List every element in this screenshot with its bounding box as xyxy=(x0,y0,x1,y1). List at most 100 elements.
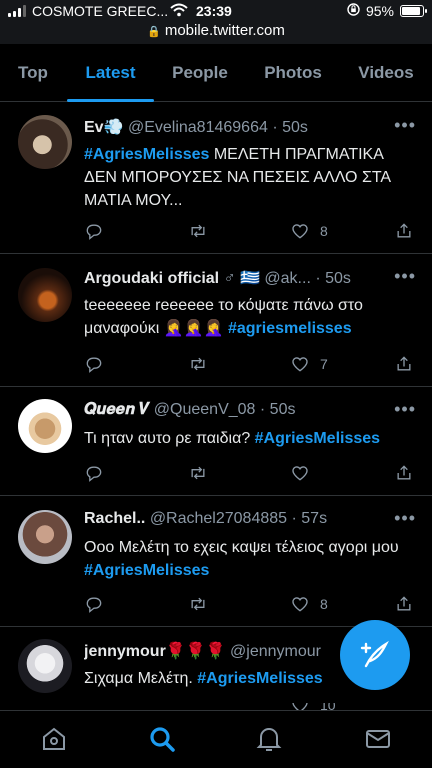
tab-people[interactable]: People xyxy=(164,44,236,102)
hashtag-link[interactable]: #AgriesMelisses xyxy=(84,146,209,163)
carrier-info: COSMOTE GREEC... xyxy=(8,3,168,19)
author-name[interactable]: Argoudaki official xyxy=(84,270,219,287)
tweet-actions: 8 xyxy=(84,594,416,618)
hashtag-link[interactable]: #AgriesMelisses xyxy=(255,430,380,447)
more-icon[interactable]: ••• xyxy=(394,508,416,529)
like-count: 8 xyxy=(320,596,328,612)
status-bar: COSMOTE GREEC... 23:39 95% xyxy=(0,0,432,22)
hashtag-link[interactable]: #agriesmelisses xyxy=(228,320,352,337)
search-icon xyxy=(150,727,175,752)
compose-tweet-button[interactable] xyxy=(340,620,410,690)
separator: · xyxy=(315,270,321,287)
heart-icon xyxy=(292,224,308,239)
retweet-icon xyxy=(191,466,205,480)
author-handle[interactable]: @jennymour xyxy=(230,643,321,660)
author-name[interactable]: Rachel.. xyxy=(84,510,145,527)
author-handle[interactable]: @QueenV_08 xyxy=(154,401,256,418)
share-icon xyxy=(397,465,411,480)
author-handle[interactable]: @ak... xyxy=(264,270,310,287)
retweet-icon xyxy=(191,597,205,611)
tweet-text: Οοο Μελέτη το εχεις καψει τέλειος αγορι … xyxy=(84,536,402,582)
more-icon[interactable]: ••• xyxy=(394,266,416,287)
orientation-lock-icon xyxy=(347,3,360,19)
separator: · xyxy=(272,119,278,136)
tweet-text: #AgriesMelisses ΜΕΛΕΤΗ ΠΡΑΓΜΑΤΙΚΑ ΔΕΝ ΜΠ… xyxy=(84,143,402,212)
reply-icon xyxy=(86,466,102,482)
like-button[interactable]: 7 xyxy=(290,354,328,374)
tab-latest[interactable]: Latest xyxy=(67,44,154,102)
tweet-time[interactable]: 50s xyxy=(270,401,296,418)
retweet-button[interactable] xyxy=(188,463,208,483)
more-icon[interactable]: ••• xyxy=(394,399,416,420)
url-text: mobile.twitter.com xyxy=(164,22,285,39)
tweet-time[interactable]: 50s xyxy=(325,270,351,287)
tweet-actions: 8 xyxy=(84,221,416,245)
share-button[interactable] xyxy=(394,354,414,374)
tweet[interactable]: Rachel.. @Rachel27084885 · 57s ••• Οοο Μ… xyxy=(0,496,432,627)
avatar[interactable] xyxy=(18,510,72,564)
tweet-actions: 7 xyxy=(84,354,416,378)
nav-notifications[interactable] xyxy=(255,725,283,753)
share-button[interactable] xyxy=(394,221,414,241)
tweet-time[interactable]: 57s xyxy=(301,510,327,527)
battery-info: 95% xyxy=(347,3,427,19)
retweet-icon xyxy=(191,224,205,238)
share-button[interactable] xyxy=(394,463,414,483)
share-icon xyxy=(397,356,411,371)
author-handle[interactable]: @Rachel27084885 xyxy=(150,510,287,527)
like-count: 8 xyxy=(320,223,328,239)
author-name[interactable]: jennymour🌹🌹🌹 xyxy=(84,643,226,660)
share-button[interactable] xyxy=(394,594,414,614)
tab-videos[interactable]: Videos xyxy=(352,44,420,102)
wifi-icon xyxy=(170,3,188,20)
search-tabs: Top Latest People Photos Videos xyxy=(0,44,432,102)
author-name[interactable]: 𝑸𝒖𝒆𝒆𝒏 𝑽 xyxy=(84,401,149,418)
nav-home[interactable] xyxy=(40,725,68,753)
like-button[interactable]: 8 xyxy=(290,594,328,614)
tweet[interactable]: 𝑸𝒖𝒆𝒆𝒏 𝑽 @QueenV_08 · 50s ••• Τι ηταν αυτ… xyxy=(0,387,432,496)
heart-icon xyxy=(292,466,308,481)
url-bar[interactable]: 🔒 mobile.twitter.com xyxy=(0,22,432,44)
tweet-time[interactable]: 50s xyxy=(282,119,308,136)
avatar[interactable] xyxy=(18,268,72,322)
retweet-button[interactable] xyxy=(188,221,208,241)
hashtag-link[interactable]: #AgriesMelisses xyxy=(197,670,322,687)
author-name[interactable]: Ev💨 xyxy=(84,119,124,136)
notifications-icon xyxy=(256,728,282,751)
battery-percent: 95% xyxy=(365,3,394,19)
tweet-text: Τι ηταν αυτο ρε παιδια? #AgriesMelisses xyxy=(84,427,402,450)
retweet-button[interactable] xyxy=(188,594,208,614)
carrier-name: COSMOTE GREEC... xyxy=(32,3,169,19)
tweet[interactable]: Ev💨 @Evelina81469664 · 50s ••• #AgriesMe… xyxy=(0,103,432,254)
tab-photos[interactable]: Photos xyxy=(256,44,330,102)
messages-icon xyxy=(366,730,390,748)
tweet-text-content: Οοο Μελέτη το εχεις καψει τέλειος αγορι … xyxy=(84,539,399,556)
avatar[interactable] xyxy=(18,399,72,453)
avatar[interactable] xyxy=(18,639,72,693)
tweet-actions xyxy=(84,463,416,487)
more-icon[interactable]: ••• xyxy=(394,115,416,136)
reply-button[interactable] xyxy=(84,354,104,374)
reply-button[interactable] xyxy=(84,221,104,241)
reply-button[interactable] xyxy=(84,463,104,483)
tab-top[interactable]: Top xyxy=(8,44,58,102)
separator: · xyxy=(259,401,266,418)
reply-icon xyxy=(86,224,102,240)
bottom-navigation xyxy=(0,710,432,768)
reply-button[interactable] xyxy=(84,594,104,614)
hashtag-link[interactable]: #AgriesMelisses xyxy=(84,562,209,579)
heart-icon xyxy=(292,597,308,612)
signal-icon xyxy=(8,5,26,17)
share-icon xyxy=(397,223,411,238)
nav-search[interactable] xyxy=(148,725,176,753)
like-button[interactable]: 8 xyxy=(290,221,328,241)
tweet-text: teeeeeee reeeeee το κόψατε πάνω στο μανα… xyxy=(84,294,402,340)
retweet-button[interactable] xyxy=(188,354,208,374)
compose-icon xyxy=(360,640,389,668)
avatar[interactable] xyxy=(18,115,72,169)
nav-messages[interactable] xyxy=(364,725,392,753)
tweet[interactable]: Argoudaki official ♂ 🇬🇷 @ak... · 50s •••… xyxy=(0,254,432,387)
like-button[interactable] xyxy=(290,463,320,483)
author-handle[interactable]: @Evelina81469664 xyxy=(128,119,268,136)
retweet-icon xyxy=(191,357,205,371)
